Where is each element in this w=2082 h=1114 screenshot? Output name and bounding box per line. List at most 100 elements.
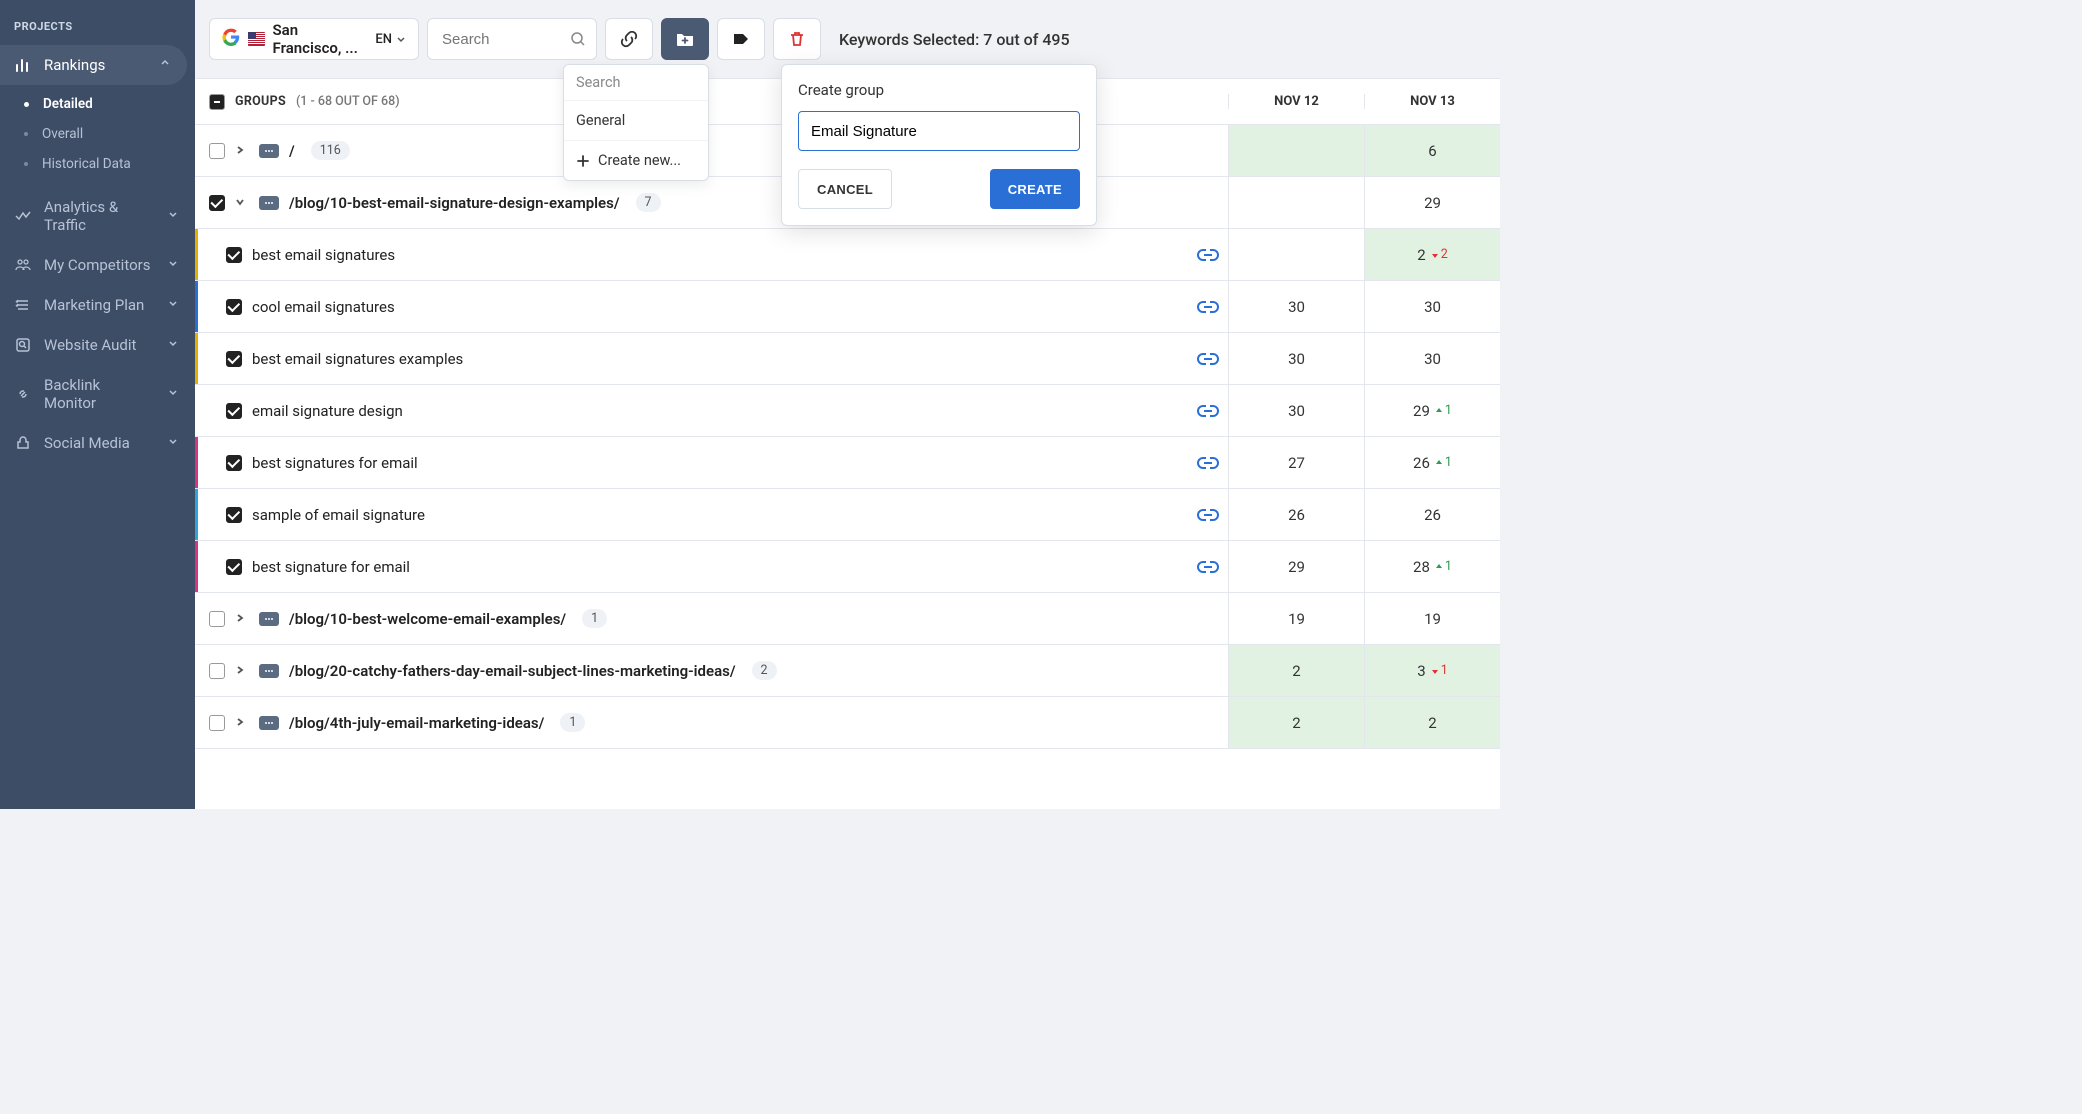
rank-cell: 291 <box>1364 385 1500 436</box>
keyword-text[interactable]: best signatures for email <box>252 454 418 472</box>
keyword-text[interactable]: sample of email signature <box>252 506 425 524</box>
serp-icon[interactable] <box>259 716 279 730</box>
folder-dd-search[interactable]: Search <box>564 65 708 101</box>
nav-marketing[interactable]: Marketing Plan <box>0 285 195 325</box>
serp-icon[interactable] <box>259 612 279 626</box>
url-link-icon[interactable] <box>1188 352 1228 366</box>
serp-icon[interactable] <box>259 196 279 210</box>
table-row: best email signatures22 <box>195 229 1500 281</box>
row-checkbox[interactable] <box>226 247 242 263</box>
nav-backlink[interactable]: Backlink Monitor <box>0 365 195 423</box>
table-row: /blog/4th-july-email-marketing-ideas/122 <box>195 697 1500 749</box>
row-checkbox[interactable] <box>226 351 242 367</box>
expand-toggle[interactable] <box>235 663 249 679</box>
folder-dd-create[interactable]: Create new... <box>564 141 708 180</box>
serp-icon[interactable] <box>259 144 279 158</box>
tag-icon <box>731 29 751 49</box>
location-selector[interactable]: San Francisco, ... EN <box>209 18 419 60</box>
search-input-wrap[interactable] <box>427 18 597 60</box>
count-badge: 2 <box>752 661 777 680</box>
popover-title: Create group <box>798 81 1080 99</box>
sub-overall[interactable]: Overall <box>0 119 195 149</box>
rank-cell <box>1228 177 1364 228</box>
rank-value: 28 <box>1413 558 1430 576</box>
keyword-text[interactable]: best email signatures <box>252 246 395 264</box>
tag-button[interactable] <box>717 18 765 60</box>
row-checkbox[interactable] <box>226 455 242 471</box>
folder-dropdown: Search General Create new... <box>563 64 709 181</box>
group-path[interactable]: /blog/10-best-email-signature-design-exa… <box>289 194 620 212</box>
row-checkbox[interactable] <box>209 611 225 627</box>
row-checkbox[interactable] <box>209 663 225 679</box>
keyword-text[interactable]: best signature for email <box>252 558 410 576</box>
rank-value: 30 <box>1424 350 1441 368</box>
table-row: best email signatures examples 30 30 <box>195 333 1500 385</box>
keyword-text[interactable]: cool email signatures <box>252 298 395 316</box>
rank-cell: 26 <box>1228 489 1364 540</box>
sub-detailed[interactable]: Detailed <box>0 89 195 119</box>
rank-value: 30 <box>1288 350 1305 368</box>
count-badge: 7 <box>636 193 661 212</box>
nav-audit[interactable]: Website Audit <box>0 325 195 365</box>
rank-value: 26 <box>1288 506 1305 524</box>
url-link-icon[interactable] <box>1188 560 1228 574</box>
search-icon <box>570 31 586 47</box>
delta-indicator: 1 <box>1431 663 1448 678</box>
create-button[interactable]: CREATE <box>990 169 1080 209</box>
row-checkbox[interactable] <box>226 403 242 419</box>
group-path[interactable]: / <box>289 142 295 160</box>
url-link-icon[interactable] <box>1188 248 1228 262</box>
table-row: /blog/20-catchy-fathers-day-email-subjec… <box>195 645 1500 697</box>
rank-cell: 30 <box>1364 333 1500 384</box>
rank-value: 29 <box>1424 194 1441 212</box>
expand-toggle[interactable] <box>235 143 249 159</box>
rank-cell: 281 <box>1364 541 1500 592</box>
toolbar: San Francisco, ... EN Search General <box>195 0 1500 78</box>
add-to-folder-button[interactable] <box>661 18 709 60</box>
url-link-icon[interactable] <box>1188 300 1228 314</box>
table-row: /blog/10-best-welcome-email-examples/119… <box>195 593 1500 645</box>
competitors-icon <box>14 257 32 273</box>
keyword-text[interactable]: best email signatures examples <box>252 350 463 368</box>
plus-icon <box>576 154 590 168</box>
rank-value: 30 <box>1288 402 1305 420</box>
group-path[interactable]: /blog/10-best-welcome-email-examples/ <box>289 610 566 628</box>
rank-cell: 31 <box>1364 645 1500 696</box>
rank-value: 27 <box>1288 454 1305 472</box>
row-checkbox[interactable] <box>226 507 242 523</box>
nav-rankings[interactable]: Rankings <box>0 45 187 85</box>
row-checkbox[interactable] <box>209 143 225 159</box>
group-name-input[interactable] <box>798 111 1080 151</box>
count-badge: 1 <box>582 609 607 628</box>
sub-historical[interactable]: Historical Data <box>0 149 195 179</box>
nav-competitors[interactable]: My Competitors <box>0 245 195 285</box>
url-link-icon[interactable] <box>1188 404 1228 418</box>
keyword-text[interactable]: email signature design <box>252 402 403 420</box>
row-checkbox[interactable] <box>226 299 242 315</box>
link-button[interactable] <box>605 18 653 60</box>
expand-toggle[interactable] <box>235 611 249 627</box>
serp-icon[interactable] <box>259 664 279 678</box>
date-col-2[interactable]: NOV 13 <box>1364 94 1500 109</box>
rank-cell: 30 <box>1364 281 1500 332</box>
nav-social[interactable]: Social Media <box>0 423 195 463</box>
group-path[interactable]: /blog/20-catchy-fathers-day-email-subjec… <box>289 662 736 680</box>
rank-value: 2 <box>1428 714 1436 732</box>
delete-button[interactable] <box>773 18 821 60</box>
url-link-icon[interactable] <box>1188 508 1228 522</box>
analytics-icon <box>14 208 32 224</box>
folder-dd-item-general[interactable]: General <box>564 101 708 141</box>
row-checkbox[interactable] <box>209 195 225 211</box>
rank-cell: 29 <box>1364 177 1500 228</box>
row-checkbox[interactable] <box>226 559 242 575</box>
expand-toggle[interactable] <box>235 195 249 211</box>
url-link-icon[interactable] <box>1188 456 1228 470</box>
expand-toggle[interactable] <box>235 715 249 731</box>
row-checkbox[interactable] <box>209 715 225 731</box>
date-col-1[interactable]: NOV 12 <box>1228 94 1364 109</box>
cancel-button[interactable]: CANCEL <box>798 169 892 209</box>
nav-analytics[interactable]: Analytics & Traffic <box>0 187 195 245</box>
select-all-checkbox[interactable] <box>209 94 225 110</box>
rank-value: 2 <box>1292 714 1300 732</box>
group-path[interactable]: /blog/4th-july-email-marketing-ideas/ <box>289 714 544 732</box>
